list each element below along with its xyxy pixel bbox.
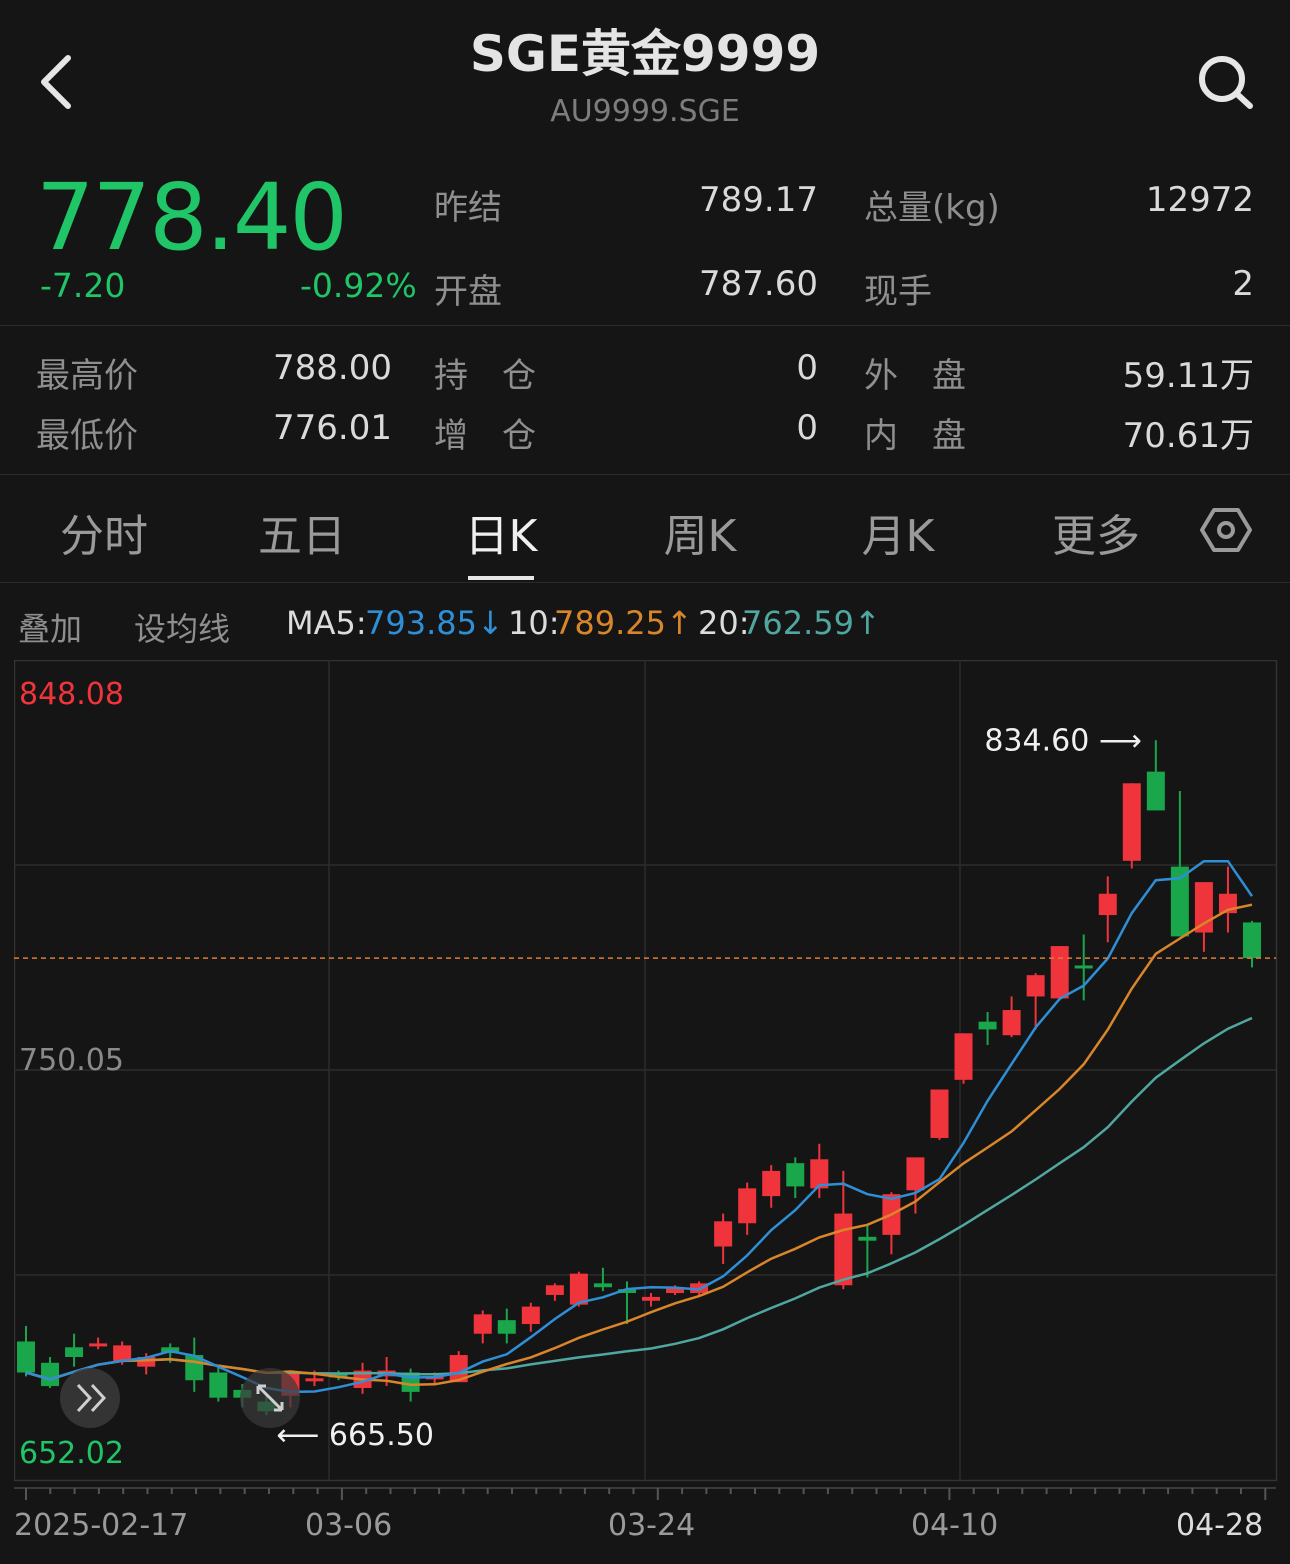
divider bbox=[0, 325, 1290, 326]
y-axis-bottom-label: 652.02 bbox=[19, 1436, 124, 1471]
candle-body bbox=[1146, 771, 1165, 811]
tab-five-day[interactable]: 五日 bbox=[222, 500, 382, 564]
candle-body bbox=[1026, 975, 1045, 997]
low-label: 最低价 bbox=[36, 416, 138, 456]
open-value: 787.60 bbox=[699, 264, 818, 304]
candle-body bbox=[978, 1021, 997, 1030]
tab-intraday[interactable]: 分时 bbox=[24, 500, 184, 564]
ma20-line bbox=[25, 1016, 1253, 1381]
x-axis-label: 2025-02-17 bbox=[14, 1508, 189, 1543]
candle-body bbox=[113, 1345, 132, 1361]
price-change-pct: -0.92% bbox=[300, 266, 417, 305]
high-value: 788.00 bbox=[273, 348, 392, 388]
y-axis-top-label: 848.08 bbox=[19, 677, 124, 712]
tab-more[interactable]: 更多 bbox=[1016, 500, 1176, 564]
candle-body bbox=[1002, 1010, 1021, 1036]
overlay-button[interactable]: 叠加 bbox=[18, 604, 82, 650]
candle-body bbox=[1098, 893, 1117, 916]
symbol-code: AU9999.SGE bbox=[550, 94, 740, 129]
candle-body bbox=[305, 1378, 324, 1382]
high-label: 最高价 bbox=[36, 356, 138, 396]
x-axis-label: 03-24 bbox=[608, 1508, 696, 1543]
inner-value: 70.61万 bbox=[1122, 416, 1254, 456]
kline-chart-svg[interactable]: 848.08 750.05 652.02 834.60 ⟶ ⟵ 665.50 bbox=[13, 659, 1278, 1560]
divider bbox=[0, 474, 1290, 475]
candle-body bbox=[497, 1320, 516, 1334]
price-change: -7.20 bbox=[40, 266, 126, 305]
active-tab-indicator bbox=[468, 576, 534, 580]
candle-body bbox=[858, 1236, 877, 1241]
candle-body bbox=[1122, 783, 1141, 861]
increase-value: 0 bbox=[796, 408, 818, 448]
volume-value: 12972 bbox=[1145, 180, 1254, 220]
candle-body bbox=[89, 1343, 108, 1347]
candle-body bbox=[545, 1285, 564, 1295]
y-axis-mid-label: 750.05 bbox=[19, 1043, 124, 1078]
volume-label: 总量(kg) bbox=[864, 188, 1000, 228]
candle-body bbox=[762, 1170, 781, 1197]
tab-daily-k[interactable]: 日K bbox=[421, 500, 581, 564]
candle-body bbox=[738, 1188, 757, 1224]
max-price-annotation: 834.60 ⟶ bbox=[984, 723, 1142, 758]
last-price: 778.40 bbox=[36, 164, 348, 271]
outer-label: 外 盘 bbox=[864, 356, 966, 396]
candle-body bbox=[954, 1033, 973, 1080]
position-label: 持 仓 bbox=[434, 356, 536, 396]
divider bbox=[0, 582, 1290, 583]
ma10-value: 789.25↑ bbox=[554, 604, 693, 642]
open-label: 开盘 bbox=[434, 272, 502, 312]
candle-body bbox=[17, 1341, 35, 1373]
candle-body bbox=[642, 1296, 661, 1301]
set-ma-button[interactable]: 设均线 bbox=[134, 604, 230, 650]
last-hand-value: 2 bbox=[1232, 264, 1254, 304]
candle-body bbox=[930, 1089, 949, 1138]
increase-label: 增 仓 bbox=[434, 416, 536, 456]
candle-body bbox=[1243, 922, 1261, 959]
tab-weekly-k[interactable]: 周K bbox=[620, 500, 780, 564]
search-icon[interactable] bbox=[1192, 52, 1258, 112]
ma5-label: MA5: bbox=[286, 604, 367, 642]
candle-body bbox=[906, 1157, 925, 1191]
outer-value: 59.11万 bbox=[1122, 356, 1254, 396]
settings-icon[interactable] bbox=[1200, 506, 1252, 554]
candle-body bbox=[521, 1306, 540, 1325]
x-axis-label: 03-06 bbox=[305, 1508, 393, 1543]
low-value: 776.01 bbox=[273, 408, 392, 448]
candle-body bbox=[41, 1362, 60, 1387]
x-axis-label: 04-10 bbox=[911, 1508, 999, 1543]
ma5-line bbox=[25, 859, 1254, 1394]
candle-body bbox=[786, 1163, 805, 1187]
prev-close-label: 昨结 bbox=[434, 188, 502, 228]
candle-body bbox=[1050, 946, 1069, 999]
ma20-value: 762.59↑ bbox=[742, 604, 881, 642]
candle-body bbox=[65, 1347, 84, 1357]
last-hand-label: 现手 bbox=[864, 272, 932, 312]
candle-body bbox=[473, 1314, 492, 1334]
candle-body bbox=[714, 1221, 733, 1247]
kline-chart[interactable]: 848.08 750.05 652.02 834.60 ⟶ ⟵ 665.50 bbox=[13, 659, 1278, 1564]
prev-close-value: 789.17 bbox=[699, 180, 818, 220]
min-price-annotation: ⟵ 665.50 bbox=[276, 1418, 434, 1453]
ma10-label: 10: bbox=[508, 604, 560, 642]
tab-monthly-k[interactable]: 月K bbox=[818, 500, 978, 564]
candle-body bbox=[209, 1372, 228, 1398]
candle-body bbox=[1074, 965, 1093, 969]
candle-body bbox=[1194, 882, 1213, 933]
candle-body bbox=[834, 1213, 853, 1286]
x-axis-label: 04-28 bbox=[1176, 1508, 1264, 1543]
inner-label: 内 盘 bbox=[864, 416, 966, 456]
page-title: SGE黄金9999 bbox=[469, 25, 821, 83]
position-value: 0 bbox=[796, 348, 818, 388]
header: SGE黄金9999 AU9999.SGE bbox=[0, 0, 1290, 150]
candle-body bbox=[569, 1273, 588, 1305]
candle-body bbox=[593, 1283, 612, 1288]
ma5-value: 793.85↓ bbox=[365, 604, 504, 642]
